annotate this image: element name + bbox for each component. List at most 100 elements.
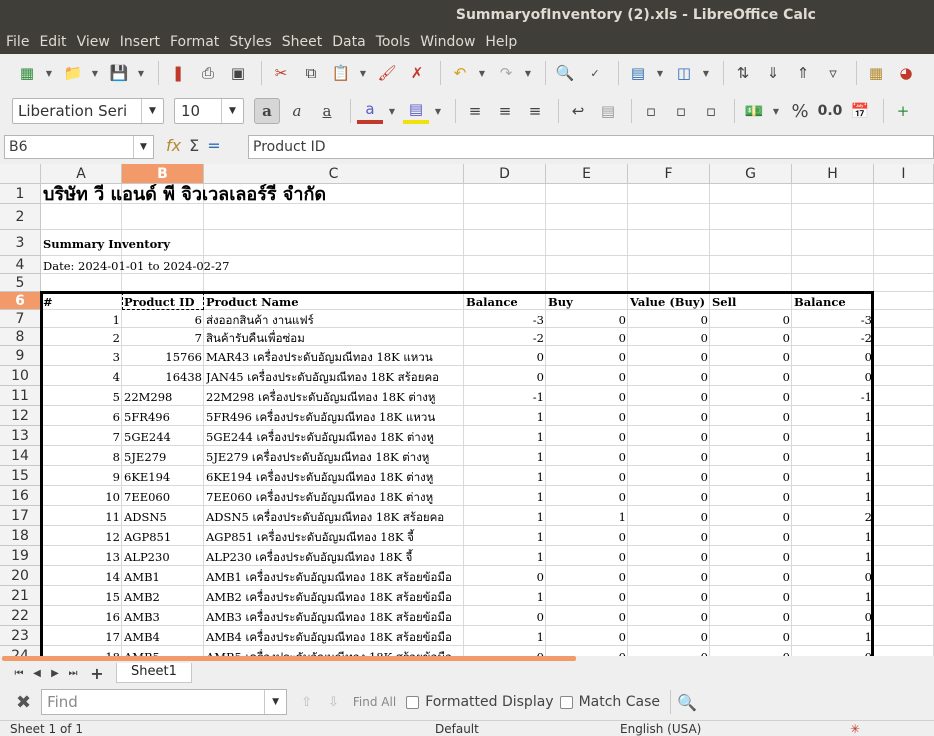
add-sheet-icon[interactable]: + [88, 664, 106, 683]
name-box[interactable]: B6 ▼ [4, 135, 154, 159]
match-case-checkbox[interactable] [559, 695, 573, 709]
menu-sheet[interactable]: Sheet [282, 34, 322, 50]
chevron-down-icon[interactable]: ▼ [44, 60, 54, 86]
row-header[interactable]: 12 [0, 406, 41, 426]
chevron-down-icon[interactable]: ▼ [141, 99, 163, 123]
select-all-corner[interactable] [0, 164, 41, 184]
align-left-icon[interactable]: ≡ [462, 98, 488, 124]
row-header[interactable]: 4 [0, 256, 41, 274]
row-header[interactable]: 14 [0, 446, 41, 466]
italic-icon[interactable]: a [284, 98, 310, 124]
chevron-down-icon[interactable]: ▼ [133, 136, 153, 158]
row-header[interactable]: 11 [0, 386, 41, 406]
sum-icon[interactable]: Σ [189, 136, 199, 155]
align-center-icon[interactable]: ≡ [492, 98, 518, 124]
find-all-button[interactable]: Find All [353, 695, 396, 709]
formula-input[interactable]: Product ID [248, 135, 934, 159]
align-bottom-icon[interactable]: ▫ [698, 98, 724, 124]
add-decimal-icon[interactable]: + [890, 98, 916, 124]
row-header[interactable]: 7 [0, 310, 41, 328]
menu-data[interactable]: Data [332, 34, 365, 50]
print-preview-icon[interactable]: ▣ [225, 60, 251, 86]
export-pdf-icon[interactable]: ❚ [165, 60, 191, 86]
cut-icon[interactable]: ✂ [268, 60, 294, 86]
redo-icon[interactable]: ↷ [493, 60, 519, 86]
underline-icon[interactable]: a [314, 98, 340, 124]
row-header[interactable]: 21 [0, 586, 41, 606]
column-header-i[interactable]: I [874, 164, 934, 184]
sort-icon[interactable]: ⇅ [730, 60, 756, 86]
menu-format[interactable]: Format [170, 34, 219, 50]
undo-icon[interactable]: ↶ [447, 60, 473, 86]
row-header[interactable]: 22 [0, 606, 41, 626]
sort-descending-icon[interactable]: ⇑ [790, 60, 816, 86]
spelling-icon[interactable]: ✓ [582, 60, 608, 86]
language[interactable]: English (USA) [620, 722, 701, 736]
row-header[interactable]: 5 [0, 274, 41, 292]
row-header[interactable]: 20 [0, 566, 41, 586]
wrap-text-icon[interactable]: ↩ [565, 98, 591, 124]
currency-icon[interactable]: 💵 [741, 98, 767, 124]
chevron-down-icon[interactable]: ▼ [523, 60, 533, 86]
close-icon[interactable]: ✖ [16, 692, 31, 713]
table-cell[interactable]: Date: 2024-01-01 to 2024-02-27 [43, 256, 543, 274]
column-header-c[interactable]: C [204, 164, 464, 184]
chevron-down-icon[interactable]: ▼ [264, 690, 286, 714]
chevron-down-icon[interactable]: ▼ [771, 98, 781, 124]
chevron-down-icon[interactable]: ▼ [477, 60, 487, 86]
row-header[interactable]: 15 [0, 466, 41, 486]
row-header[interactable]: 8 [0, 328, 41, 346]
font-size-box[interactable]: 10 ▼ [174, 98, 244, 124]
scrollbar-thumb[interactable] [2, 656, 576, 661]
next-sheet-icon[interactable]: ▶ [46, 668, 64, 679]
chevron-down-icon[interactable]: ▼ [701, 60, 711, 86]
row-header[interactable]: 10 [0, 366, 41, 386]
formula-icon[interactable]: = [207, 136, 220, 155]
row-header[interactable]: 3 [0, 230, 41, 256]
find-previous-icon[interactable]: ⇧ [301, 695, 312, 710]
chevron-down-icon[interactable]: ▼ [90, 60, 100, 86]
menu-edit[interactable]: Edit [39, 34, 66, 50]
first-sheet-icon[interactable]: ⏮ [10, 668, 28, 679]
chevron-down-icon[interactable]: ▼ [387, 98, 397, 124]
row-icon[interactable]: ▤ [625, 60, 651, 86]
menu-styles[interactable]: Styles [229, 34, 271, 50]
previous-sheet-icon[interactable]: ◀ [28, 668, 46, 679]
merge-cells-icon[interactable]: ▤ [595, 98, 621, 124]
column-header-b[interactable]: B [122, 164, 204, 184]
autofilter-icon[interactable]: ▿ [820, 60, 846, 86]
date-format-icon[interactable]: 📅 [847, 98, 873, 124]
row-header[interactable]: 18 [0, 526, 41, 546]
menu-tools[interactable]: Tools [376, 34, 411, 50]
menu-insert[interactable]: Insert [120, 34, 160, 50]
insert-image-icon[interactable]: ▦ [863, 60, 889, 86]
row-header[interactable]: 17 [0, 506, 41, 526]
chevron-down-icon[interactable]: ▼ [136, 60, 146, 86]
find-input[interactable]: Find ▼ [41, 689, 288, 715]
clear-formatting-icon[interactable]: ✗ [404, 60, 430, 86]
font-color-icon[interactable]: a [357, 98, 383, 124]
find-replace-icon[interactable]: 🔍 [552, 60, 578, 86]
save-icon[interactable]: 💾 [106, 60, 132, 86]
column-header-f[interactable]: F [628, 164, 710, 184]
page-style[interactable]: Default [435, 722, 479, 736]
align-top-icon[interactable]: ▫ [638, 98, 664, 124]
row-header[interactable]: 6 [0, 292, 41, 310]
column-header-d[interactable]: D [464, 164, 546, 184]
print-icon[interactable]: ⎙ [195, 60, 221, 86]
sort-ascending-icon[interactable]: ⇓ [760, 60, 786, 86]
row-header[interactable]: 9 [0, 346, 41, 366]
row-header[interactable]: 24 [0, 646, 41, 656]
column-icon[interactable]: ◫ [671, 60, 697, 86]
find-replace-icon[interactable]: 🔍 [677, 693, 697, 712]
new-icon[interactable]: ▦ [14, 60, 40, 86]
last-sheet-icon[interactable]: ⏭ [64, 668, 82, 679]
chevron-down-icon[interactable]: ▼ [358, 60, 368, 86]
sheet-tab[interactable]: Sheet1 [116, 663, 192, 683]
row-header[interactable]: 2 [0, 204, 41, 230]
column-header-e[interactable]: E [546, 164, 628, 184]
paste-icon[interactable]: 📋 [328, 60, 354, 86]
formatted-display-checkbox[interactable] [406, 695, 420, 709]
insert-chart-icon[interactable]: ◕ [893, 60, 919, 86]
menu-file[interactable]: File [6, 34, 29, 50]
